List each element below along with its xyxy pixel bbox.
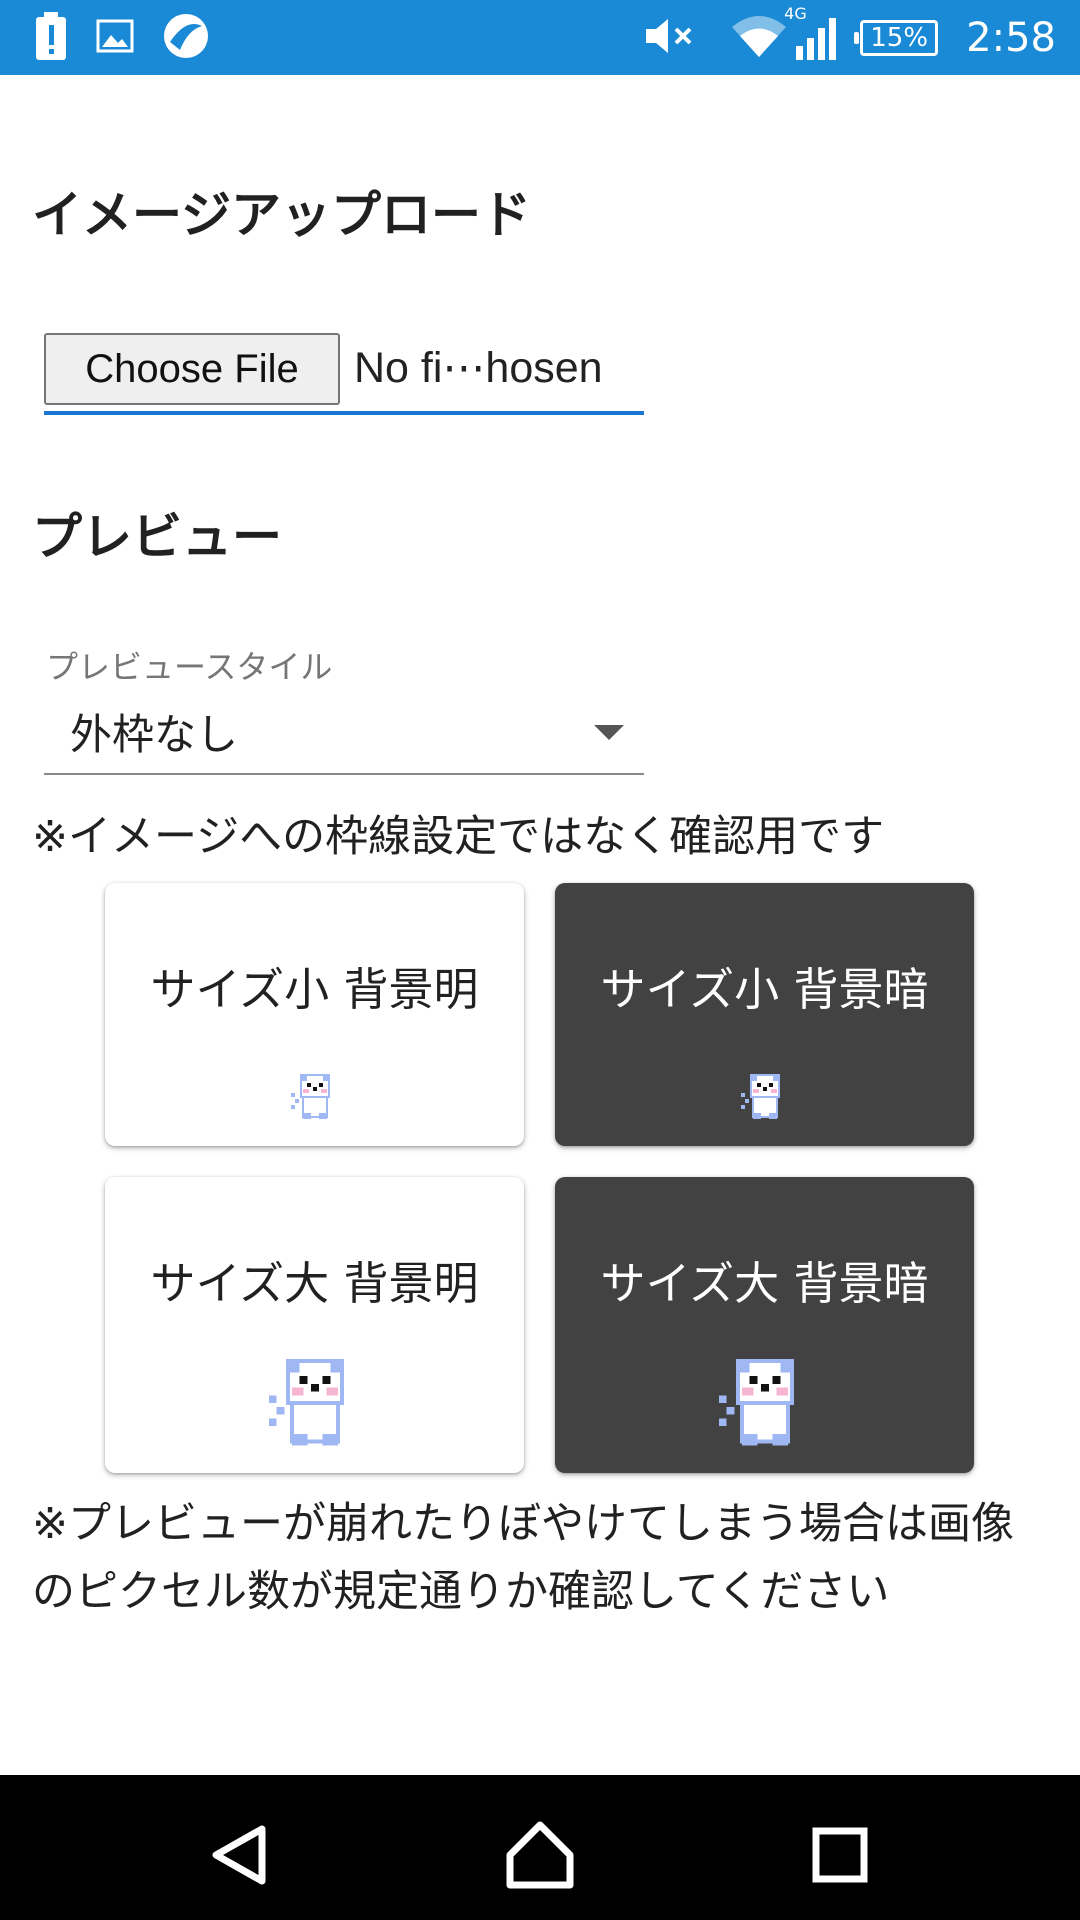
main-content: イメージアップロード Choose File No fi⋯hosen プレビュー… xyxy=(0,75,1080,1775)
choose-file-button[interactable]: Choose File xyxy=(44,333,340,405)
cell-signal-icon: 4G xyxy=(784,4,840,64)
preview-card-small-dark: サイズ小 背景暗 xyxy=(555,883,974,1146)
file-status-text: No fi⋯hosen xyxy=(354,344,603,392)
app-swirl-icon xyxy=(162,12,210,64)
bear-icon xyxy=(265,1357,365,1457)
preview-card-large-light: サイズ大 背景明 xyxy=(105,1177,524,1473)
back-icon[interactable] xyxy=(200,1815,280,1895)
dropdown-arrow-icon xyxy=(594,725,624,740)
preview-style-select[interactable]: 外枠なし xyxy=(44,695,644,775)
status-time: 2:58 xyxy=(966,14,1056,61)
preview-style-value: 外枠なし xyxy=(70,710,239,759)
recents-icon[interactable] xyxy=(800,1815,880,1895)
preview-card-large-dark: サイズ大 背景暗 xyxy=(555,1177,974,1473)
volume-muted-icon xyxy=(644,16,700,60)
battery-percent: 15% xyxy=(870,22,929,53)
preview-style-label: プレビュースタイル xyxy=(46,648,333,686)
blur-note: ※プレビューが崩れたりぼやけてしまう場合は画像のピクセル数が規定通りか確認してく… xyxy=(32,1499,1015,1617)
card-label: サイズ大 背景暗 xyxy=(600,1257,929,1310)
bear-icon xyxy=(289,1073,341,1127)
preview-note: ※イメージへの枠線設定ではなく確認用です xyxy=(32,812,885,862)
card-label: サイズ大 背景明 xyxy=(150,1257,479,1310)
file-input[interactable]: Choose File No fi⋯hosen xyxy=(44,333,644,415)
bear-icon xyxy=(739,1073,791,1127)
navigation-bar xyxy=(0,1775,1080,1920)
gallery-icon xyxy=(96,19,134,57)
bear-icon xyxy=(715,1357,815,1457)
network-type-label: 4G xyxy=(784,3,807,23)
status-bar: 4G 15% 2:58 xyxy=(0,0,1080,75)
card-label: サイズ小 背景明 xyxy=(150,963,479,1016)
preview-heading: プレビュー xyxy=(32,508,282,566)
battery-icon: 15% xyxy=(854,19,939,56)
upload-heading: イメージアップロード xyxy=(32,186,531,244)
wifi-icon xyxy=(730,13,788,63)
home-icon[interactable] xyxy=(500,1815,580,1895)
card-label: サイズ小 背景暗 xyxy=(600,963,929,1016)
battery-alert-icon xyxy=(34,12,68,64)
preview-card-small-light: サイズ小 背景明 xyxy=(105,883,524,1146)
